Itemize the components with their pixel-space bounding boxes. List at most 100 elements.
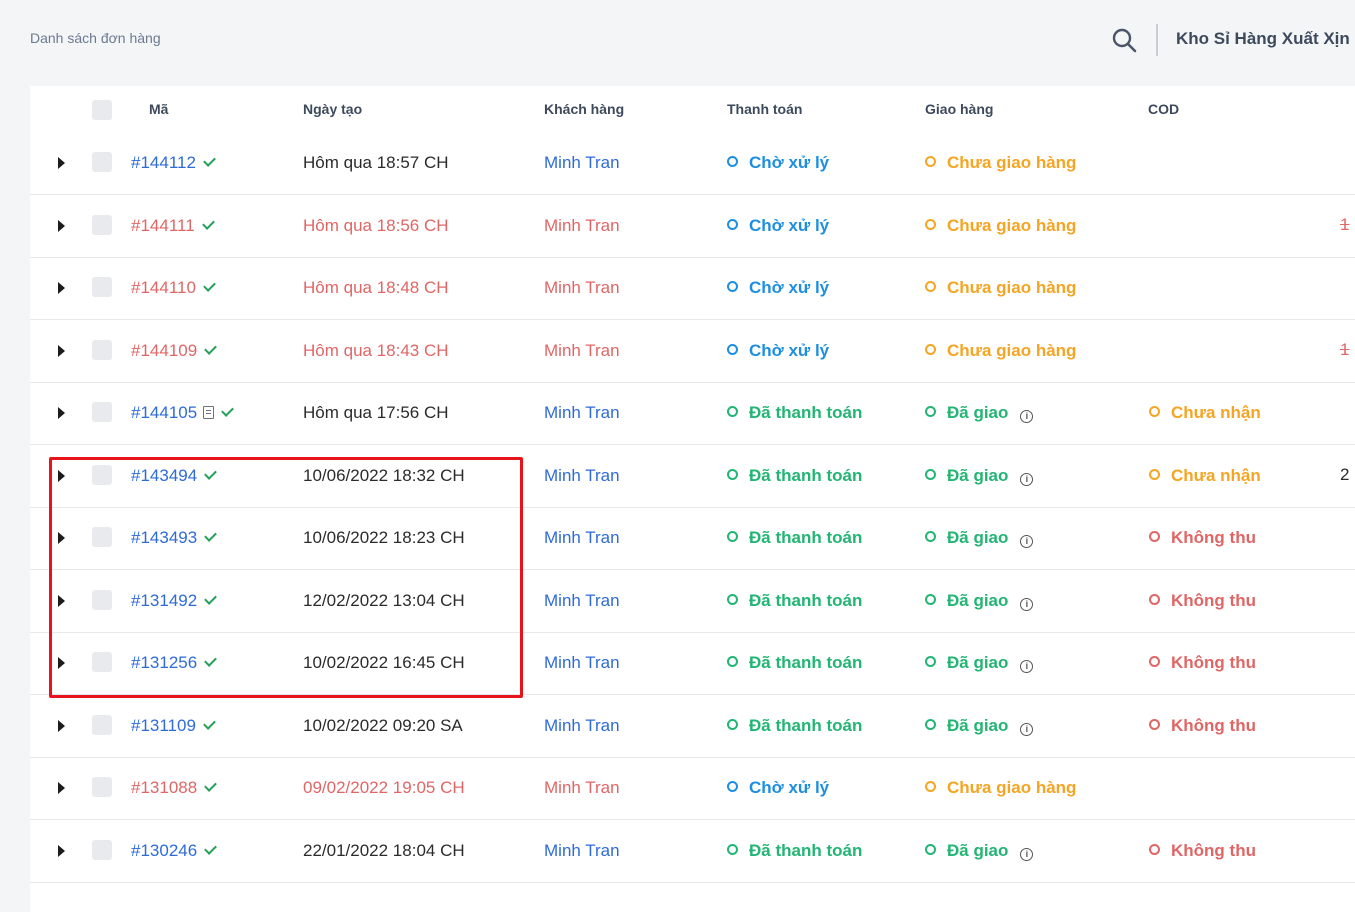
breadcrumb[interactable]: Danh sách đơn hàng	[30, 30, 161, 46]
column-header-cod[interactable]: COD	[1148, 101, 1179, 117]
row-checkbox[interactable]	[92, 214, 112, 235]
table-row[interactable]: #143493 10/06/2022 18:23 CH Minh Tran Đã th…	[30, 508, 1355, 570]
expand-row-caret-icon[interactable]	[58, 532, 65, 544]
order-code[interactable]: #131492	[131, 590, 218, 612]
order-code-text[interactable]: #144109	[131, 341, 197, 360]
expand-row-caret-icon[interactable]	[58, 844, 65, 857]
customer-link[interactable]: Minh Tran	[544, 777, 620, 799]
expand-row-caret-icon[interactable]	[58, 344, 65, 357]
order-code[interactable]: #144105	[131, 402, 235, 424]
order-code-text[interactable]: #130246	[131, 841, 197, 860]
order-code-text[interactable]: #131492	[131, 591, 197, 610]
customer-link[interactable]: Minh Tran	[544, 277, 620, 299]
order-code-text[interactable]: #131109	[131, 716, 196, 735]
expand-row-caret-icon[interactable]	[58, 469, 65, 482]
info-icon[interactable]: i	[1020, 660, 1034, 673]
row-checkbox[interactable]	[92, 589, 112, 610]
expand-row-caret-icon[interactable]	[58, 282, 65, 294]
info-icon[interactable]: i	[1020, 410, 1034, 423]
row-checkbox[interactable]	[92, 339, 112, 360]
check-icon	[204, 529, 218, 542]
order-code-text[interactable]: #144112	[131, 153, 196, 172]
table-row[interactable]: #143494 10/06/2022 18:32 CH Minh Tran Đã th…	[30, 446, 1355, 508]
info-icon[interactable]: i	[1020, 722, 1034, 736]
customer-link[interactable]: Minh Tran	[544, 152, 620, 174]
row-checkbox[interactable]	[92, 714, 112, 735]
column-header-date[interactable]: Ngày tạo	[303, 101, 362, 117]
column-header-customer[interactable]: Khách hàng	[544, 101, 624, 117]
order-code[interactable]: #130246	[131, 840, 218, 862]
row-checkbox[interactable]	[92, 402, 112, 422]
expand-row-caret-icon[interactable]	[58, 657, 65, 669]
info-icon[interactable]: i	[1020, 597, 1034, 611]
expand-row-caret-icon[interactable]	[58, 782, 65, 794]
table-row[interactable]: #144105 Hôm qua 17:56 CH Minh Tran Đã thanh…	[30, 383, 1355, 445]
column-header-payment[interactable]: Thanh toán	[727, 101, 802, 117]
shipping-status-text: Đã giao	[947, 590, 1009, 610]
order-code[interactable]: #144110	[131, 277, 216, 299]
payment-status: Đã thanh toán	[727, 465, 862, 487]
customer-link[interactable]: Minh Tran	[544, 465, 620, 487]
customer-link[interactable]: Minh Tran	[544, 340, 620, 362]
row-checkbox[interactable]	[92, 652, 112, 672]
order-code-text[interactable]: #131256	[131, 653, 197, 672]
shipping-status: Đã giao i	[925, 527, 1034, 549]
info-icon[interactable]: i	[1020, 535, 1034, 548]
order-code-text[interactable]: #131088	[131, 778, 197, 797]
order-code-text[interactable]: #143494	[131, 466, 197, 485]
order-code-text[interactable]: #144110	[131, 278, 196, 297]
table-row[interactable]: #131109 10/02/2022 09:20 SA Minh Tran Đã th…	[30, 696, 1355, 758]
customer-link[interactable]: Minh Tran	[544, 590, 620, 612]
payment-status: Đã thanh toán	[727, 652, 862, 674]
store-name[interactable]: Kho Sỉ Hàng Xuất Xịn	[1176, 29, 1350, 49]
cod-status-text: Không thu	[1171, 840, 1256, 860]
customer-link[interactable]: Minh Tran	[544, 527, 620, 549]
customer-link[interactable]: Minh Tran	[544, 215, 620, 237]
status-dot-icon	[727, 656, 738, 667]
order-code[interactable]: #143494	[131, 465, 218, 487]
table-row[interactable]: #131088 09/02/2022 19:05 CH Minh Tran Chờ x…	[30, 758, 1355, 820]
info-icon[interactable]: i	[1020, 847, 1034, 861]
row-checkbox[interactable]	[92, 277, 112, 297]
row-checkbox[interactable]	[92, 464, 112, 485]
expand-row-caret-icon[interactable]	[58, 719, 65, 732]
payment-status-text: Đã thanh toán	[749, 653, 863, 672]
order-code[interactable]: #144112	[131, 152, 216, 174]
info-icon[interactable]: i	[1020, 472, 1034, 486]
table-row[interactable]: #130246 22/01/2022 18:04 CH Minh Tran Đã th…	[30, 821, 1355, 883]
column-header-code[interactable]: Mã	[149, 101, 168, 117]
order-code[interactable]: #131088	[131, 777, 218, 799]
payment-status-text: Đã thanh toán	[749, 715, 863, 735]
order-code[interactable]: #144109	[131, 340, 218, 362]
order-code-text[interactable]: #144111	[131, 216, 195, 235]
table-row[interactable]: #144109 Hôm qua 18:43 CH Minh Tran Chờ xử l…	[30, 321, 1355, 383]
row-checkbox[interactable]	[92, 527, 112, 547]
customer-link[interactable]: Minh Tran	[544, 652, 620, 674]
order-code[interactable]: #131109	[131, 715, 216, 737]
customer-link[interactable]: Minh Tran	[544, 840, 620, 862]
expand-row-caret-icon[interactable]	[58, 407, 65, 419]
order-code[interactable]: #131256	[131, 652, 218, 674]
expand-row-caret-icon[interactable]	[58, 594, 65, 607]
row-checkbox[interactable]	[92, 839, 112, 860]
table-row[interactable]: #144112 Hôm qua 18:57 CH Minh Tran Chờ xử l…	[30, 133, 1355, 195]
table-row[interactable]: #131256 10/02/2022 16:45 CH Minh Tran Đã th…	[30, 633, 1355, 695]
table-row[interactable]: #131492 12/02/2022 13:04 CH Minh Tran Đã th…	[30, 571, 1355, 633]
order-code-text[interactable]: #144105	[131, 403, 197, 422]
expand-row-caret-icon[interactable]	[58, 219, 65, 232]
order-code-text[interactable]: #143493	[131, 528, 197, 547]
expand-row-caret-icon[interactable]	[58, 157, 65, 169]
column-header-shipping[interactable]: Giao hàng	[925, 101, 993, 117]
customer-link[interactable]: Minh Tran	[544, 402, 620, 424]
check-icon	[203, 279, 216, 292]
row-checkbox[interactable]	[92, 152, 112, 172]
table-row[interactable]: #144111 Hôm qua 18:56 CH Minh Tran Chờ xử l…	[30, 196, 1355, 258]
search-icon[interactable]	[1110, 26, 1138, 54]
select-all-checkbox[interactable]	[92, 100, 112, 120]
table-row[interactable]: #144110 Hôm qua 18:48 CH Minh Tran Chờ xử l…	[30, 258, 1355, 320]
customer-link[interactable]: Minh Tran	[544, 715, 620, 737]
order-code[interactable]: #144111	[131, 215, 215, 237]
row-checkbox[interactable]	[92, 777, 112, 797]
order-code[interactable]: #143493	[131, 527, 218, 549]
cod-status: Không thu	[1149, 652, 1256, 674]
